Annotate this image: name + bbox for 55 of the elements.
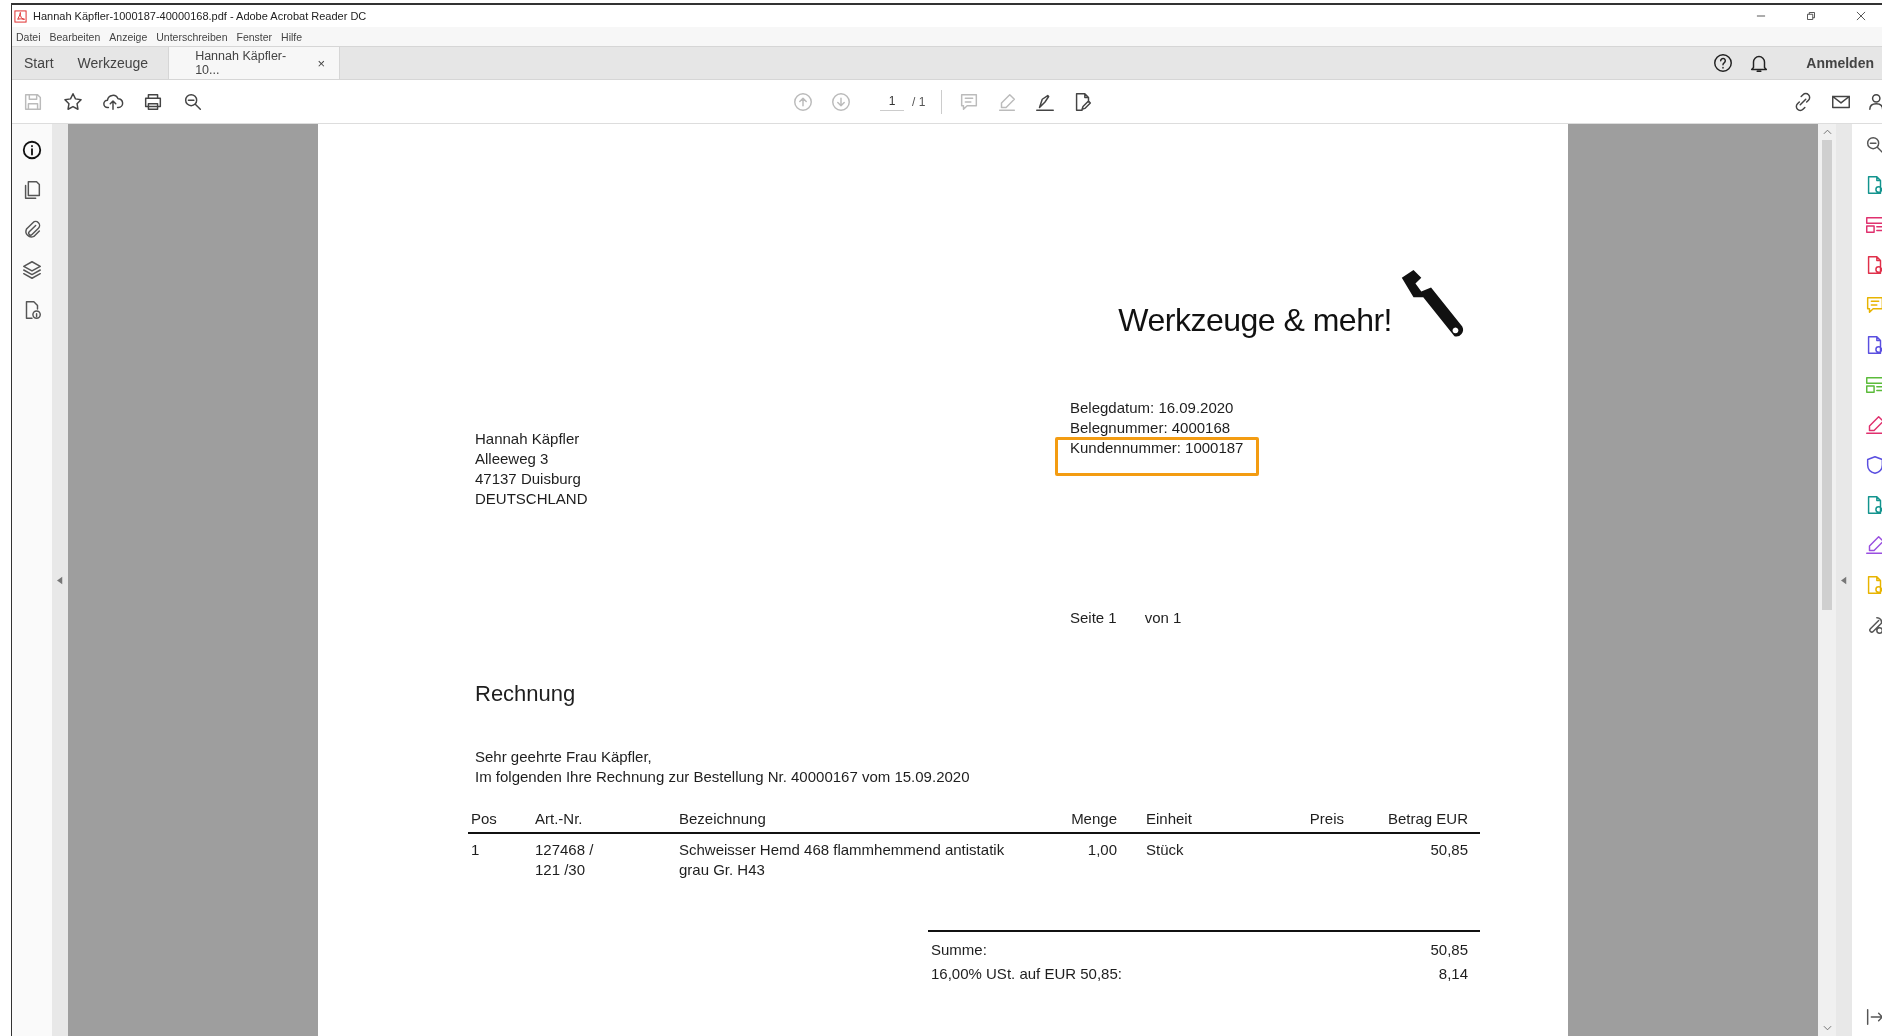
column-header: Pos <box>470 809 498 829</box>
info-icon[interactable] <box>21 139 43 161</box>
table-cell-text: Stück <box>1145 840 1185 860</box>
salutation: Sehr geehrte Frau Käpfler, <box>475 747 653 767</box>
menu-item[interactable]: Hilfe <box>281 30 303 43</box>
invoice-detail: Belegnummer: 4000168 <box>1070 418 1232 438</box>
total-label: Summe: <box>931 940 987 960</box>
sign-in-link[interactable]: Anmelden <box>1806 55 1874 71</box>
table-cell-text: 127468 / 121 /30 <box>535 840 595 880</box>
form-icon[interactable] <box>1864 214 1882 236</box>
page-of-label: von 1 <box>1144 609 1182 626</box>
page-count: / 1 <box>912 94 926 109</box>
menu-item[interactable]: Unterschreiben <box>156 30 228 43</box>
address-line: Alleeweg 3 <box>475 449 550 469</box>
address-line: DEUTSCHLAND <box>475 489 589 509</box>
column-header: Bezeichnung <box>679 809 767 829</box>
zoom-icon[interactable] <box>1864 134 1882 156</box>
pen-icon[interactable] <box>1864 414 1882 436</box>
pen-icon[interactable] <box>1864 534 1882 556</box>
table-cell-text: 50,85 <box>1429 840 1469 860</box>
address-line: 47137 Duisburg <box>475 469 582 489</box>
restore-icon[interactable] <box>1804 9 1818 23</box>
star-icon[interactable] <box>62 90 84 113</box>
total-label: 16,00% USt. auf EUR 50,85: <box>931 964 1122 984</box>
intro-text: Im folgenden Ihre Rechnung zur Bestellung Nr. 40000167 vom 15.09.2020 <box>475 767 971 787</box>
collapse-right-icon[interactable] <box>1841 575 1847 585</box>
page-label: Seite 1 <box>1070 609 1117 626</box>
document-title: Rechnung <box>475 681 577 707</box>
total-value: 50,85 <box>1430 940 1468 960</box>
menu-item[interactable]: Fenster <box>236 30 273 43</box>
table-cell-text: Schweisser Hemd 468 flammhemmend antistatik grau Gr. H43 <box>679 840 1006 880</box>
address-line: Hannah Käpfler <box>475 429 581 449</box>
menu-item[interactable]: Bearbeiten <box>49 30 101 43</box>
window-title: Hannah Käpfler-1000187-40000168.pdf - Adobe Acrobat Reader DC <box>33 10 367 22</box>
collapse-left-icon[interactable] <box>57 575 63 585</box>
close-icon[interactable] <box>1854 9 1868 23</box>
company-logo-text: Werkzeuge & mehr! <box>1118 302 1392 339</box>
table-cell-text: 1 <box>470 840 481 860</box>
table-cell-text: 1,00 <box>1086 840 1118 860</box>
layers-icon[interactable] <box>21 259 43 281</box>
column-header: Einheit <box>1145 809 1193 829</box>
column-header: Art.-Nr. <box>535 809 584 829</box>
tab-close-button[interactable]: × <box>317 55 326 71</box>
column-header: Menge <box>1070 809 1118 829</box>
shield-icon[interactable] <box>1864 454 1882 476</box>
total-value: 8,14 <box>1438 964 1468 984</box>
menu-item[interactable]: Anzeige <box>109 30 148 43</box>
tab[interactable]: Hannah Käpfler-10... × <box>168 47 341 79</box>
exit-arrow-icon[interactable] <box>1864 1006 1882 1028</box>
column-header: Preis <box>1308 809 1345 829</box>
menu-item[interactable]: Datei <box>16 30 41 43</box>
invoice-detail: Kundennummer: 1000187 <box>1070 438 1244 458</box>
help-icon[interactable] <box>1712 52 1735 74</box>
invoice-detail: Belegdatum: 16.09.2020 <box>1070 398 1235 418</box>
column-header: Betrag EUR <box>1386 809 1469 829</box>
